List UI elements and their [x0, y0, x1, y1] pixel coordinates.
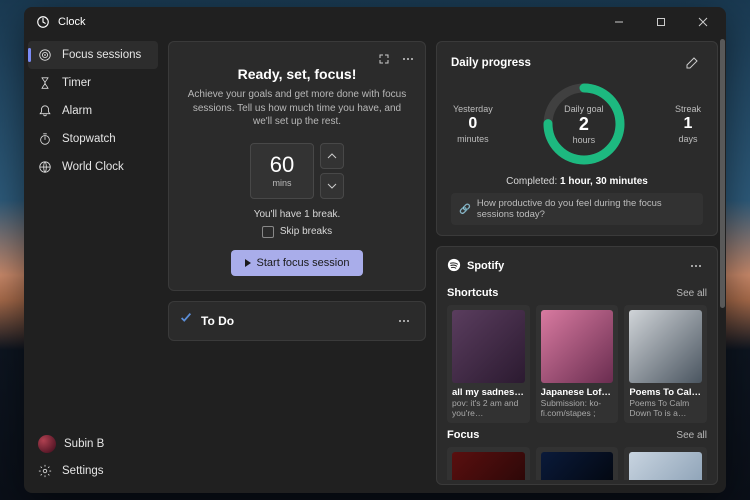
- see-all-link[interactable]: See all: [676, 288, 707, 299]
- playlist-tile[interactable]: Poems To Calm D…Poems To Calm Down To is…: [624, 305, 707, 423]
- todo-card[interactable]: To Do: [168, 301, 426, 341]
- duration-display: 60 mins: [250, 143, 314, 199]
- streak-stat: Streak 1 days: [675, 104, 701, 144]
- playlist-cover: Coding Mode: [452, 452, 525, 480]
- breaks-text: You'll have 1 break.: [185, 209, 409, 220]
- nav-label: Timer: [62, 77, 91, 89]
- completed-text: Completed: 1 hour, 30 minutes: [451, 176, 703, 187]
- sidebar: Focus sessions Timer Alarm Stopwatch Wor…: [24, 37, 162, 493]
- play-icon: [245, 259, 251, 267]
- expand-button[interactable]: [373, 48, 395, 70]
- stopwatch-icon: [38, 132, 52, 146]
- edit-progress-button[interactable]: [681, 52, 703, 74]
- todo-icon: [179, 311, 193, 330]
- app-title: Clock: [58, 16, 86, 28]
- app-icon: [36, 15, 50, 29]
- titlebar: Clock: [24, 7, 726, 37]
- start-label: Start focus session: [257, 257, 350, 269]
- duration-unit: mins: [272, 178, 291, 188]
- hourglass-icon: [38, 76, 52, 90]
- progress-title: Daily progress: [451, 57, 531, 69]
- spotify-icon: [447, 258, 461, 275]
- profile-button[interactable]: Subin B: [28, 431, 158, 457]
- todo-more-button[interactable]: [393, 310, 415, 332]
- avatar: [38, 435, 56, 453]
- progress-ring: Daily goal 2 hours: [540, 80, 628, 168]
- more-button[interactable]: [397, 48, 419, 70]
- nav-label: Focus sessions: [62, 49, 141, 61]
- nav-focus-sessions[interactable]: Focus sessions: [28, 41, 158, 69]
- nav-label: Settings: [62, 465, 104, 477]
- link-icon: 🔗: [459, 204, 471, 215]
- bell-icon: [38, 104, 52, 118]
- nav-label: Stopwatch: [62, 133, 116, 145]
- playlist-cover: Instrumental Study: [629, 452, 702, 480]
- section-title: Shortcuts: [447, 287, 498, 299]
- close-button[interactable]: [686, 7, 720, 37]
- nav-label: World Clock: [62, 161, 124, 173]
- target-icon: [38, 48, 52, 62]
- section-title: Focus: [447, 429, 479, 441]
- focus-card: Ready, set, focus! Achieve your goals an…: [168, 41, 426, 291]
- gear-icon: [38, 464, 52, 478]
- playlist-tile[interactable]: Japanese Lofi ChillSubmission: ko-fi.com…: [536, 305, 619, 423]
- spotify-card: Spotify Shortcuts See all all my sadness…: [436, 246, 718, 485]
- maximize-button[interactable]: [644, 7, 678, 37]
- duration-down-button[interactable]: [320, 173, 344, 199]
- spotify-title: Spotify: [467, 260, 679, 272]
- nav-alarm[interactable]: Alarm: [28, 97, 158, 125]
- nav-label: Alarm: [62, 105, 92, 117]
- nav-stopwatch[interactable]: Stopwatch: [28, 125, 158, 153]
- playlist-tile[interactable]: all my sadness…pov: it's 2 am and you're…: [447, 305, 530, 423]
- nav-settings[interactable]: Settings: [28, 457, 158, 485]
- productivity-prompt[interactable]: 🔗 How productive do you feel during the …: [451, 193, 703, 225]
- playlist-cover: [452, 310, 525, 383]
- skip-breaks-checkbox[interactable]: [262, 226, 274, 238]
- duration-value: 60: [270, 154, 294, 176]
- daily-progress-card: Daily progress Yesterday 0 minutes Dai: [436, 41, 718, 236]
- playlist-tile[interactable]: Deep FocusDeep FocusKeep calm and focus …: [536, 447, 619, 480]
- see-all-link[interactable]: See all: [676, 430, 707, 441]
- todo-title: To Do: [201, 314, 385, 328]
- spotify-more-button[interactable]: [685, 255, 707, 277]
- yesterday-stat: Yesterday 0 minutes: [453, 104, 493, 144]
- nav-timer[interactable]: Timer: [28, 69, 158, 97]
- playlist-tile[interactable]: Coding ModeCoding ModeDedicated to all t…: [447, 447, 530, 480]
- duration-up-button[interactable]: [320, 143, 344, 169]
- playlist-tile[interactable]: Instrumental StudyInstrumental StudyA so…: [624, 447, 707, 480]
- globe-icon: [38, 160, 52, 174]
- playlist-cover: [541, 310, 614, 383]
- playlist-cover: Deep Focus: [541, 452, 614, 480]
- scrollbar[interactable]: [720, 39, 725, 487]
- nav-world-clock[interactable]: World Clock: [28, 153, 158, 181]
- focus-subtitle: Achieve your goals and get more done wit…: [185, 88, 409, 129]
- minimize-button[interactable]: [602, 7, 636, 37]
- profile-name: Subin B: [64, 438, 104, 450]
- start-focus-button[interactable]: Start focus session: [231, 250, 364, 276]
- skip-breaks-label: Skip breaks: [280, 226, 332, 237]
- playlist-cover: [629, 310, 702, 383]
